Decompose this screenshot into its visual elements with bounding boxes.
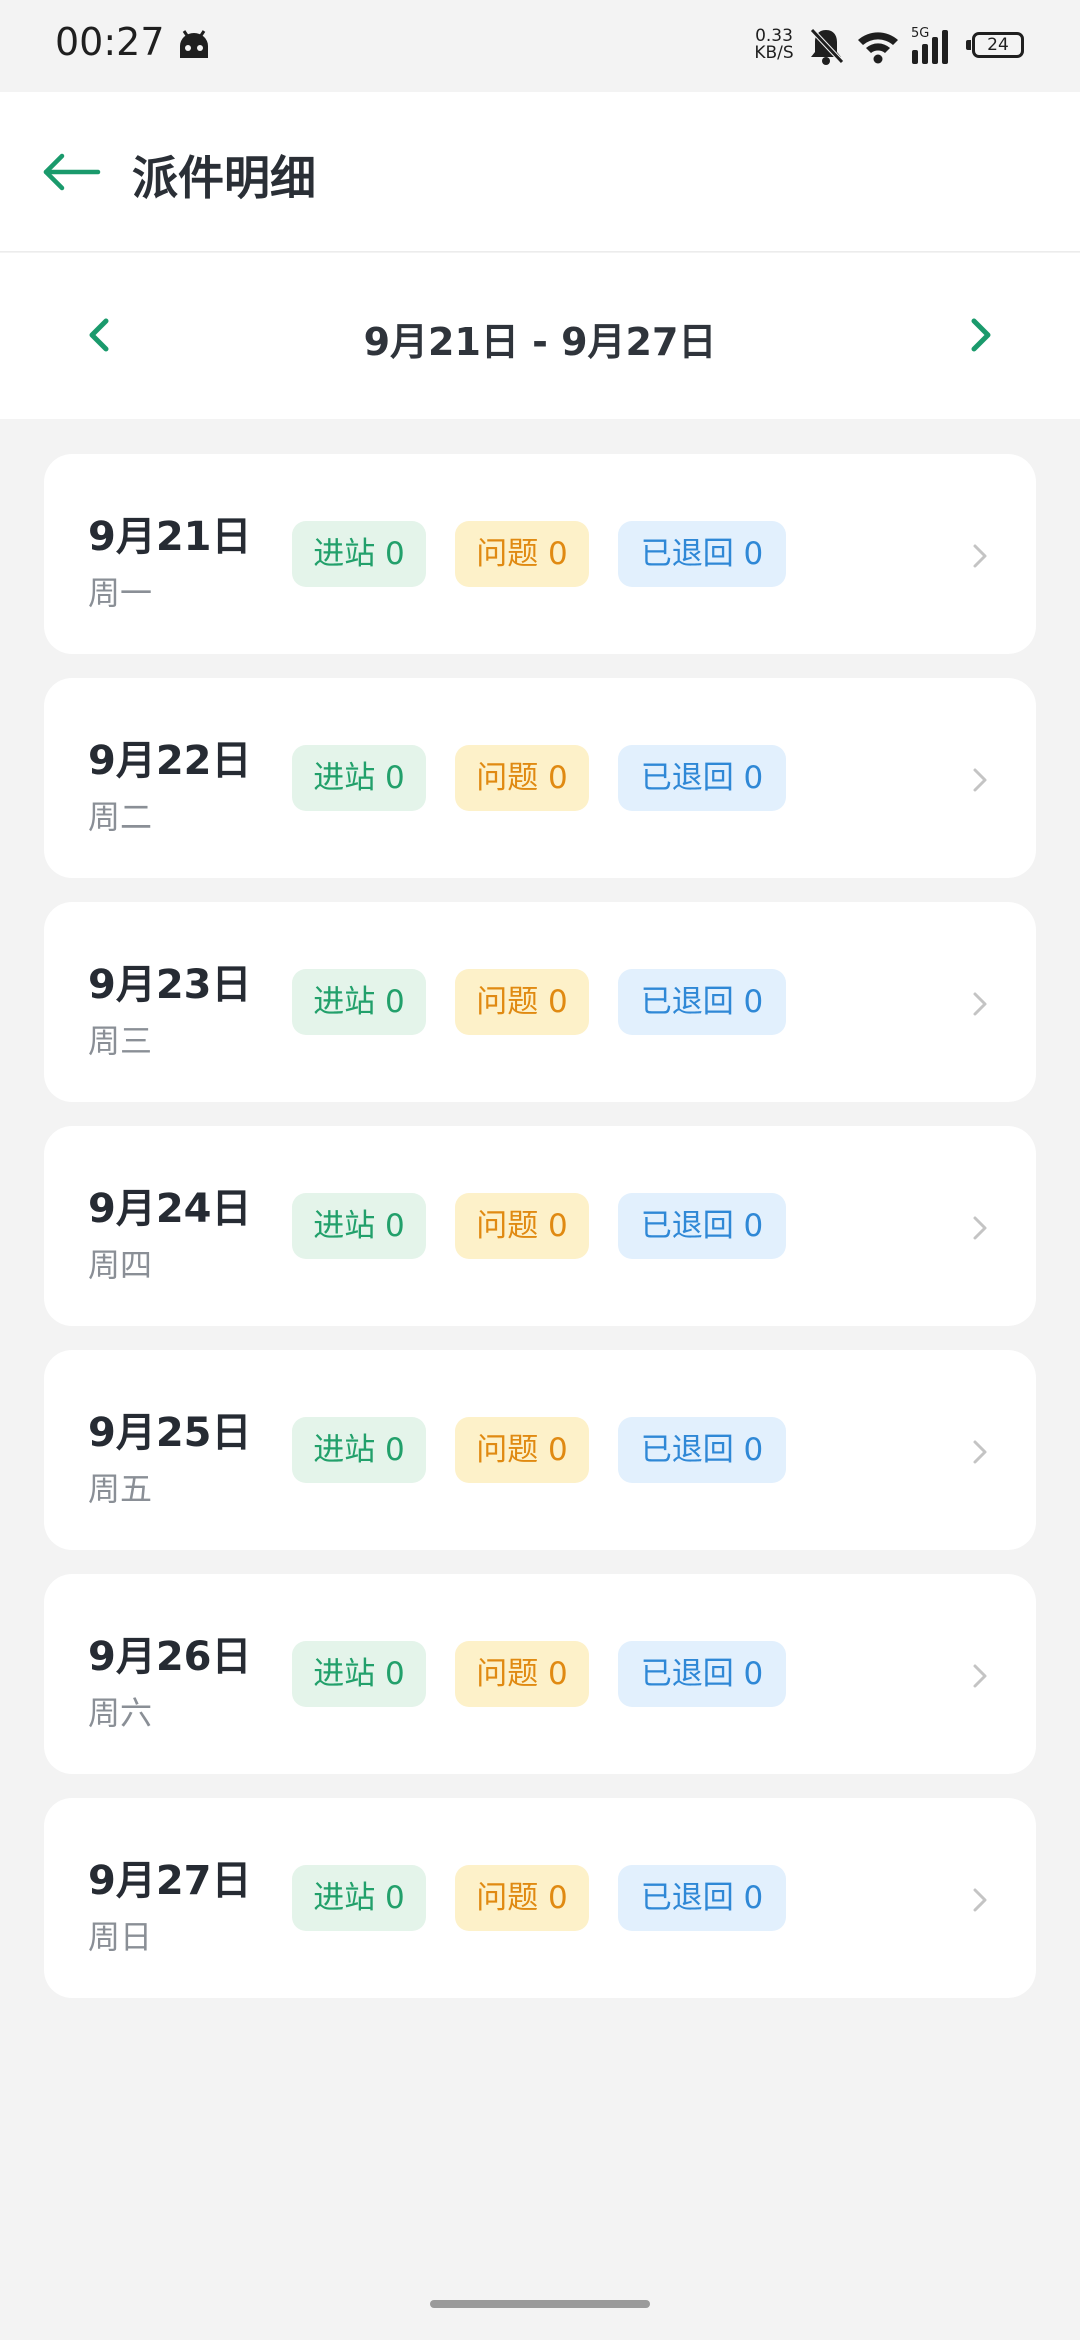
day-card[interactable]: 9月23日 周三 进站 0 问题 0 已退回 0 [44,902,1036,1102]
chevron-right-icon [973,1216,987,1240]
returned-badge: 已退回 0 [618,969,786,1035]
mute-bell-icon [810,28,844,65]
issue-badge: 问题 0 [455,969,589,1035]
day-weekday: 周三 [88,1022,153,1060]
returned-badge: 已退回 0 [618,1641,786,1707]
day-date: 9月26日 [88,1634,252,1680]
in-station-badge: 进站 0 [292,521,426,587]
day-date: 9月22日 [88,738,252,784]
day-card[interactable]: 9月22日 周二 进站 0 问题 0 已退回 0 [44,678,1036,878]
returned-badge: 已退回 0 [618,1417,786,1483]
week-range-label: 9月21日 - 9月27日 [363,320,717,364]
wifi-icon [858,32,898,64]
day-weekday: 周五 [88,1470,153,1508]
day-card[interactable]: 9月25日 周五 进站 0 问题 0 已退回 0 [44,1350,1036,1550]
day-date: 9月21日 [88,514,252,560]
network-speed-unit: KB/S [754,43,794,63]
status-time: 00:27 [55,20,165,64]
back-arrow-icon[interactable] [40,140,104,204]
in-station-badge: 进站 0 [292,745,426,811]
signal-icon [912,30,948,64]
issue-badge: 问题 0 [455,745,589,811]
returned-badge: 已退回 0 [618,1865,786,1931]
day-date: 9月23日 [88,962,252,1008]
in-station-badge: 进站 0 [292,969,426,1035]
issue-badge: 问题 0 [455,1193,589,1259]
chevron-right-icon [973,1888,987,1912]
chevron-right-icon [973,544,987,568]
network-speed: 0.33 KB/S [750,28,798,62]
chevron-right-icon[interactable] [952,303,1012,367]
top-app-bar: 派件明细 [0,92,1080,252]
returned-badge: 已退回 0 [618,745,786,811]
day-card[interactable]: 9月21日 周一 进站 0 问题 0 已退回 0 [44,454,1036,654]
issue-badge: 问题 0 [455,1641,589,1707]
day-date: 9月24日 [88,1186,252,1232]
chevron-right-icon [973,992,987,1016]
returned-badge: 已退回 0 [618,1193,786,1259]
day-card[interactable]: 9月26日 周六 进站 0 问题 0 已退回 0 [44,1574,1036,1774]
day-card[interactable]: 9月24日 周四 进站 0 问题 0 已退回 0 [44,1126,1036,1326]
chevron-right-icon [973,1664,987,1688]
day-date: 9月25日 [88,1410,252,1456]
in-station-badge: 进站 0 [292,1417,426,1483]
in-station-badge: 进站 0 [292,1193,426,1259]
issue-badge: 问题 0 [455,1417,589,1483]
android-icon [180,30,208,58]
day-list: 9月21日 周一 进站 0 问题 0 已退回 0 9月22日 周二 进站 0 问… [44,454,1036,2022]
day-weekday: 周一 [88,574,153,612]
chevron-right-icon [973,1440,987,1464]
in-station-badge: 进站 0 [292,1641,426,1707]
week-selector: 9月21日 - 9月27日 [0,253,1080,419]
issue-badge: 问题 0 [455,521,589,587]
day-date: 9月27日 [88,1858,252,1904]
status-bar: 00:27 0.33 KB/S 5G 24 [0,0,1080,92]
day-weekday: 周二 [88,798,153,836]
day-weekday: 周六 [88,1694,153,1732]
day-weekday: 周日 [88,1918,153,1956]
battery-nub [966,40,971,50]
page-title: 派件明细 [132,151,316,205]
day-weekday: 周四 [88,1246,153,1284]
in-station-badge: 进站 0 [292,1865,426,1931]
issue-badge: 问题 0 [455,1865,589,1931]
home-indicator[interactable] [430,2300,650,2308]
day-card[interactable]: 9月27日 周日 进站 0 问题 0 已退回 0 [44,1798,1036,1998]
chevron-right-icon [973,768,987,792]
returned-badge: 已退回 0 [618,521,786,587]
battery-icon: 24 [972,32,1024,58]
